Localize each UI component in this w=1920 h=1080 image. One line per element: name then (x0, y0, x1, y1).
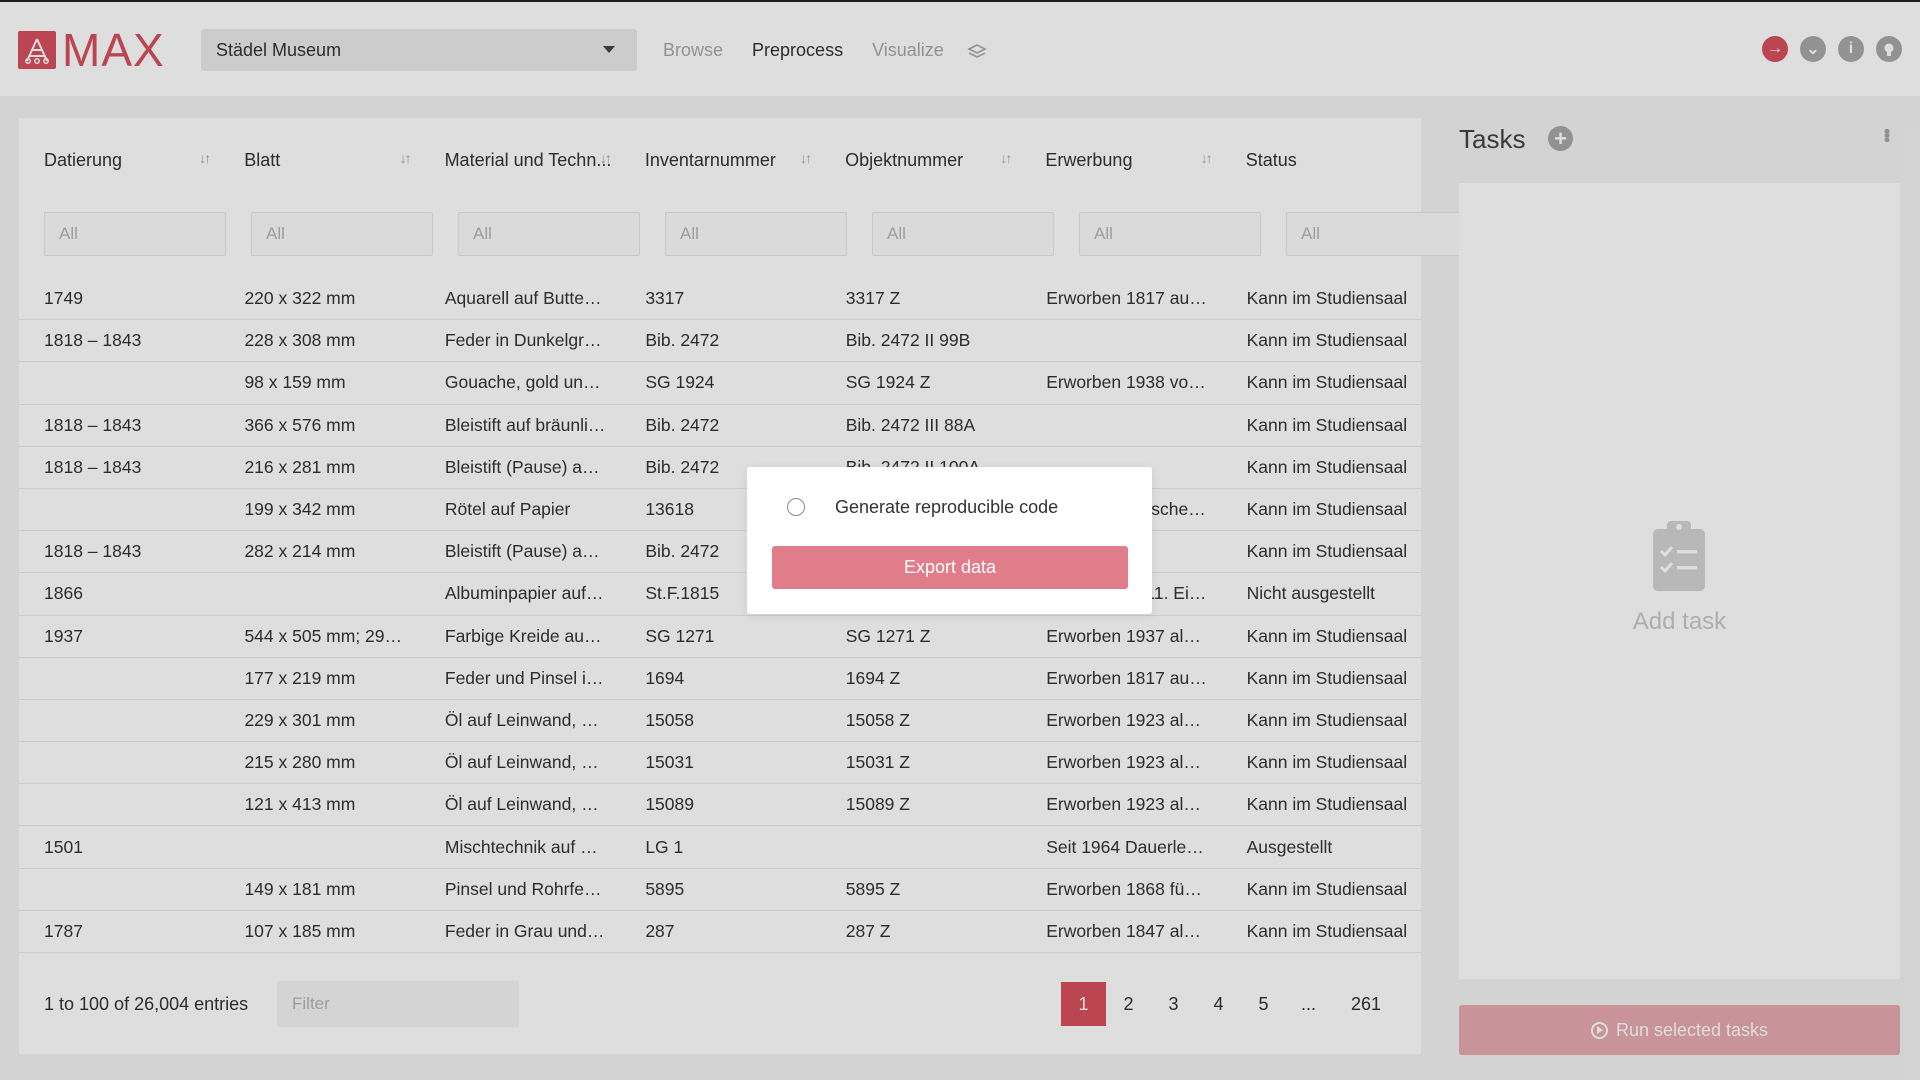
export-data-button[interactable]: Export data (772, 546, 1128, 589)
export-dialog: Generate reproducible code Export data (747, 467, 1152, 614)
reproducible-code-label[interactable]: Generate reproducible code (835, 497, 1058, 518)
reproducible-code-radio[interactable] (787, 498, 805, 516)
